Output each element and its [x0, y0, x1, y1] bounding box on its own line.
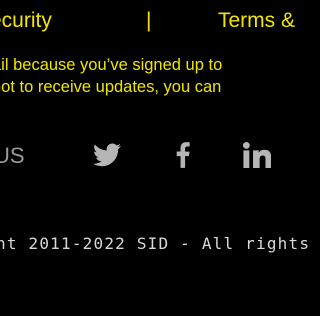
- social-row: US: [0, 136, 320, 176]
- security-link[interactable]: ecurity: [0, 6, 52, 36]
- twitter-icon[interactable]: [92, 140, 122, 170]
- footer: ecurity | Terms & ail because you’ve sig…: [0, 0, 320, 316]
- social-label: US: [0, 143, 25, 168]
- terms-link[interactable]: Terms &: [218, 6, 295, 36]
- links-separator: |: [146, 9, 152, 32]
- disclaimer-line-2: not to receive updates, you can: [0, 78, 222, 96]
- footer-disclaimer: ail because you’ve signed up to not to r…: [0, 54, 320, 98]
- facebook-icon[interactable]: [168, 140, 198, 170]
- footer-links-row: ecurity | Terms &: [0, 6, 320, 36]
- copyright-text: nt 2011-2022 SID - All rights: [0, 234, 311, 253]
- disclaimer-line-1: ail because you’ve signed up to: [0, 56, 223, 74]
- linkedin-icon[interactable]: [242, 140, 272, 170]
